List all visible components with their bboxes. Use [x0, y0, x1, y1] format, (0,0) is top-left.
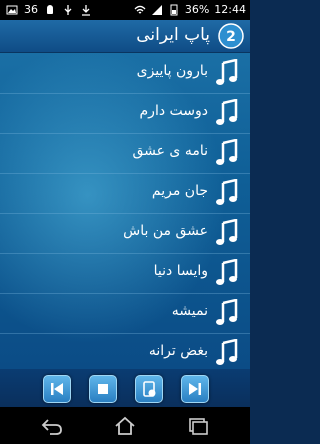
recent-apps-icon[interactable] [186, 416, 210, 436]
song-title: وایسا دنیا [153, 263, 208, 279]
stop-button[interactable] [89, 375, 117, 403]
song-title: نامه ی عشق [132, 143, 208, 159]
clock: 12:44 [214, 3, 246, 16]
music-note-icon [216, 339, 238, 365]
song-title: عشق من باش [123, 223, 208, 239]
signal-icon [151, 5, 162, 15]
list-item[interactable]: نامه ی عشق [0, 133, 250, 174]
song-title: بغض ترانه [148, 343, 208, 359]
playback-controls [0, 369, 250, 407]
list-item[interactable]: عشق من باش [0, 213, 250, 254]
home-icon[interactable] [113, 416, 137, 436]
title-bar: پاپ ایرانی 2 [0, 20, 250, 53]
list-item[interactable]: دوست دارم [0, 93, 250, 134]
music-note-icon [216, 59, 238, 85]
play-pause-button[interactable] [135, 375, 163, 403]
battery-icon [170, 4, 178, 16]
page-title: پاپ ایرانی [136, 25, 210, 45]
battery-percent: 36% [184, 3, 210, 16]
previous-button[interactable] [43, 375, 71, 403]
app-logo-icon: 2 [218, 23, 244, 49]
music-note-icon [216, 99, 238, 125]
song-title: دوست دارم [139, 103, 208, 119]
play-pause-icon [143, 381, 156, 397]
music-note-icon [216, 179, 238, 205]
music-note-icon [216, 299, 238, 325]
song-list: بارون پاییزی دوست دارم نامه ی عشق جان مر… [0, 53, 250, 369]
usb-icon [64, 5, 72, 15]
skip-previous-icon [51, 383, 63, 395]
song-title: بارون پاییزی [136, 63, 208, 79]
list-item[interactable]: جان مریم [0, 173, 250, 214]
song-title: نمیشه [171, 303, 208, 319]
list-item[interactable]: بارون پاییزی [0, 53, 250, 94]
list-item[interactable]: نمیشه [0, 293, 250, 334]
next-button[interactable] [181, 375, 209, 403]
status-bar: 36 36% 12:44 [0, 0, 250, 20]
wifi-icon [134, 5, 146, 14]
notification-count: 36 [24, 3, 38, 16]
music-note-icon [216, 259, 238, 285]
list-item[interactable]: وایسا دنیا [0, 253, 250, 294]
skip-next-icon [189, 383, 201, 395]
music-note-icon [216, 219, 238, 245]
list-item[interactable]: بغض ترانه [0, 333, 250, 373]
back-icon[interactable] [40, 416, 64, 436]
music-note-icon [216, 139, 238, 165]
download-icon [82, 5, 90, 16]
song-title: جان مریم [151, 183, 208, 199]
image-notification-icon [6, 5, 18, 15]
svg-text:2: 2 [226, 29, 236, 45]
stop-icon [98, 384, 108, 394]
navigation-bar [0, 407, 250, 444]
android-icon [47, 5, 53, 14]
